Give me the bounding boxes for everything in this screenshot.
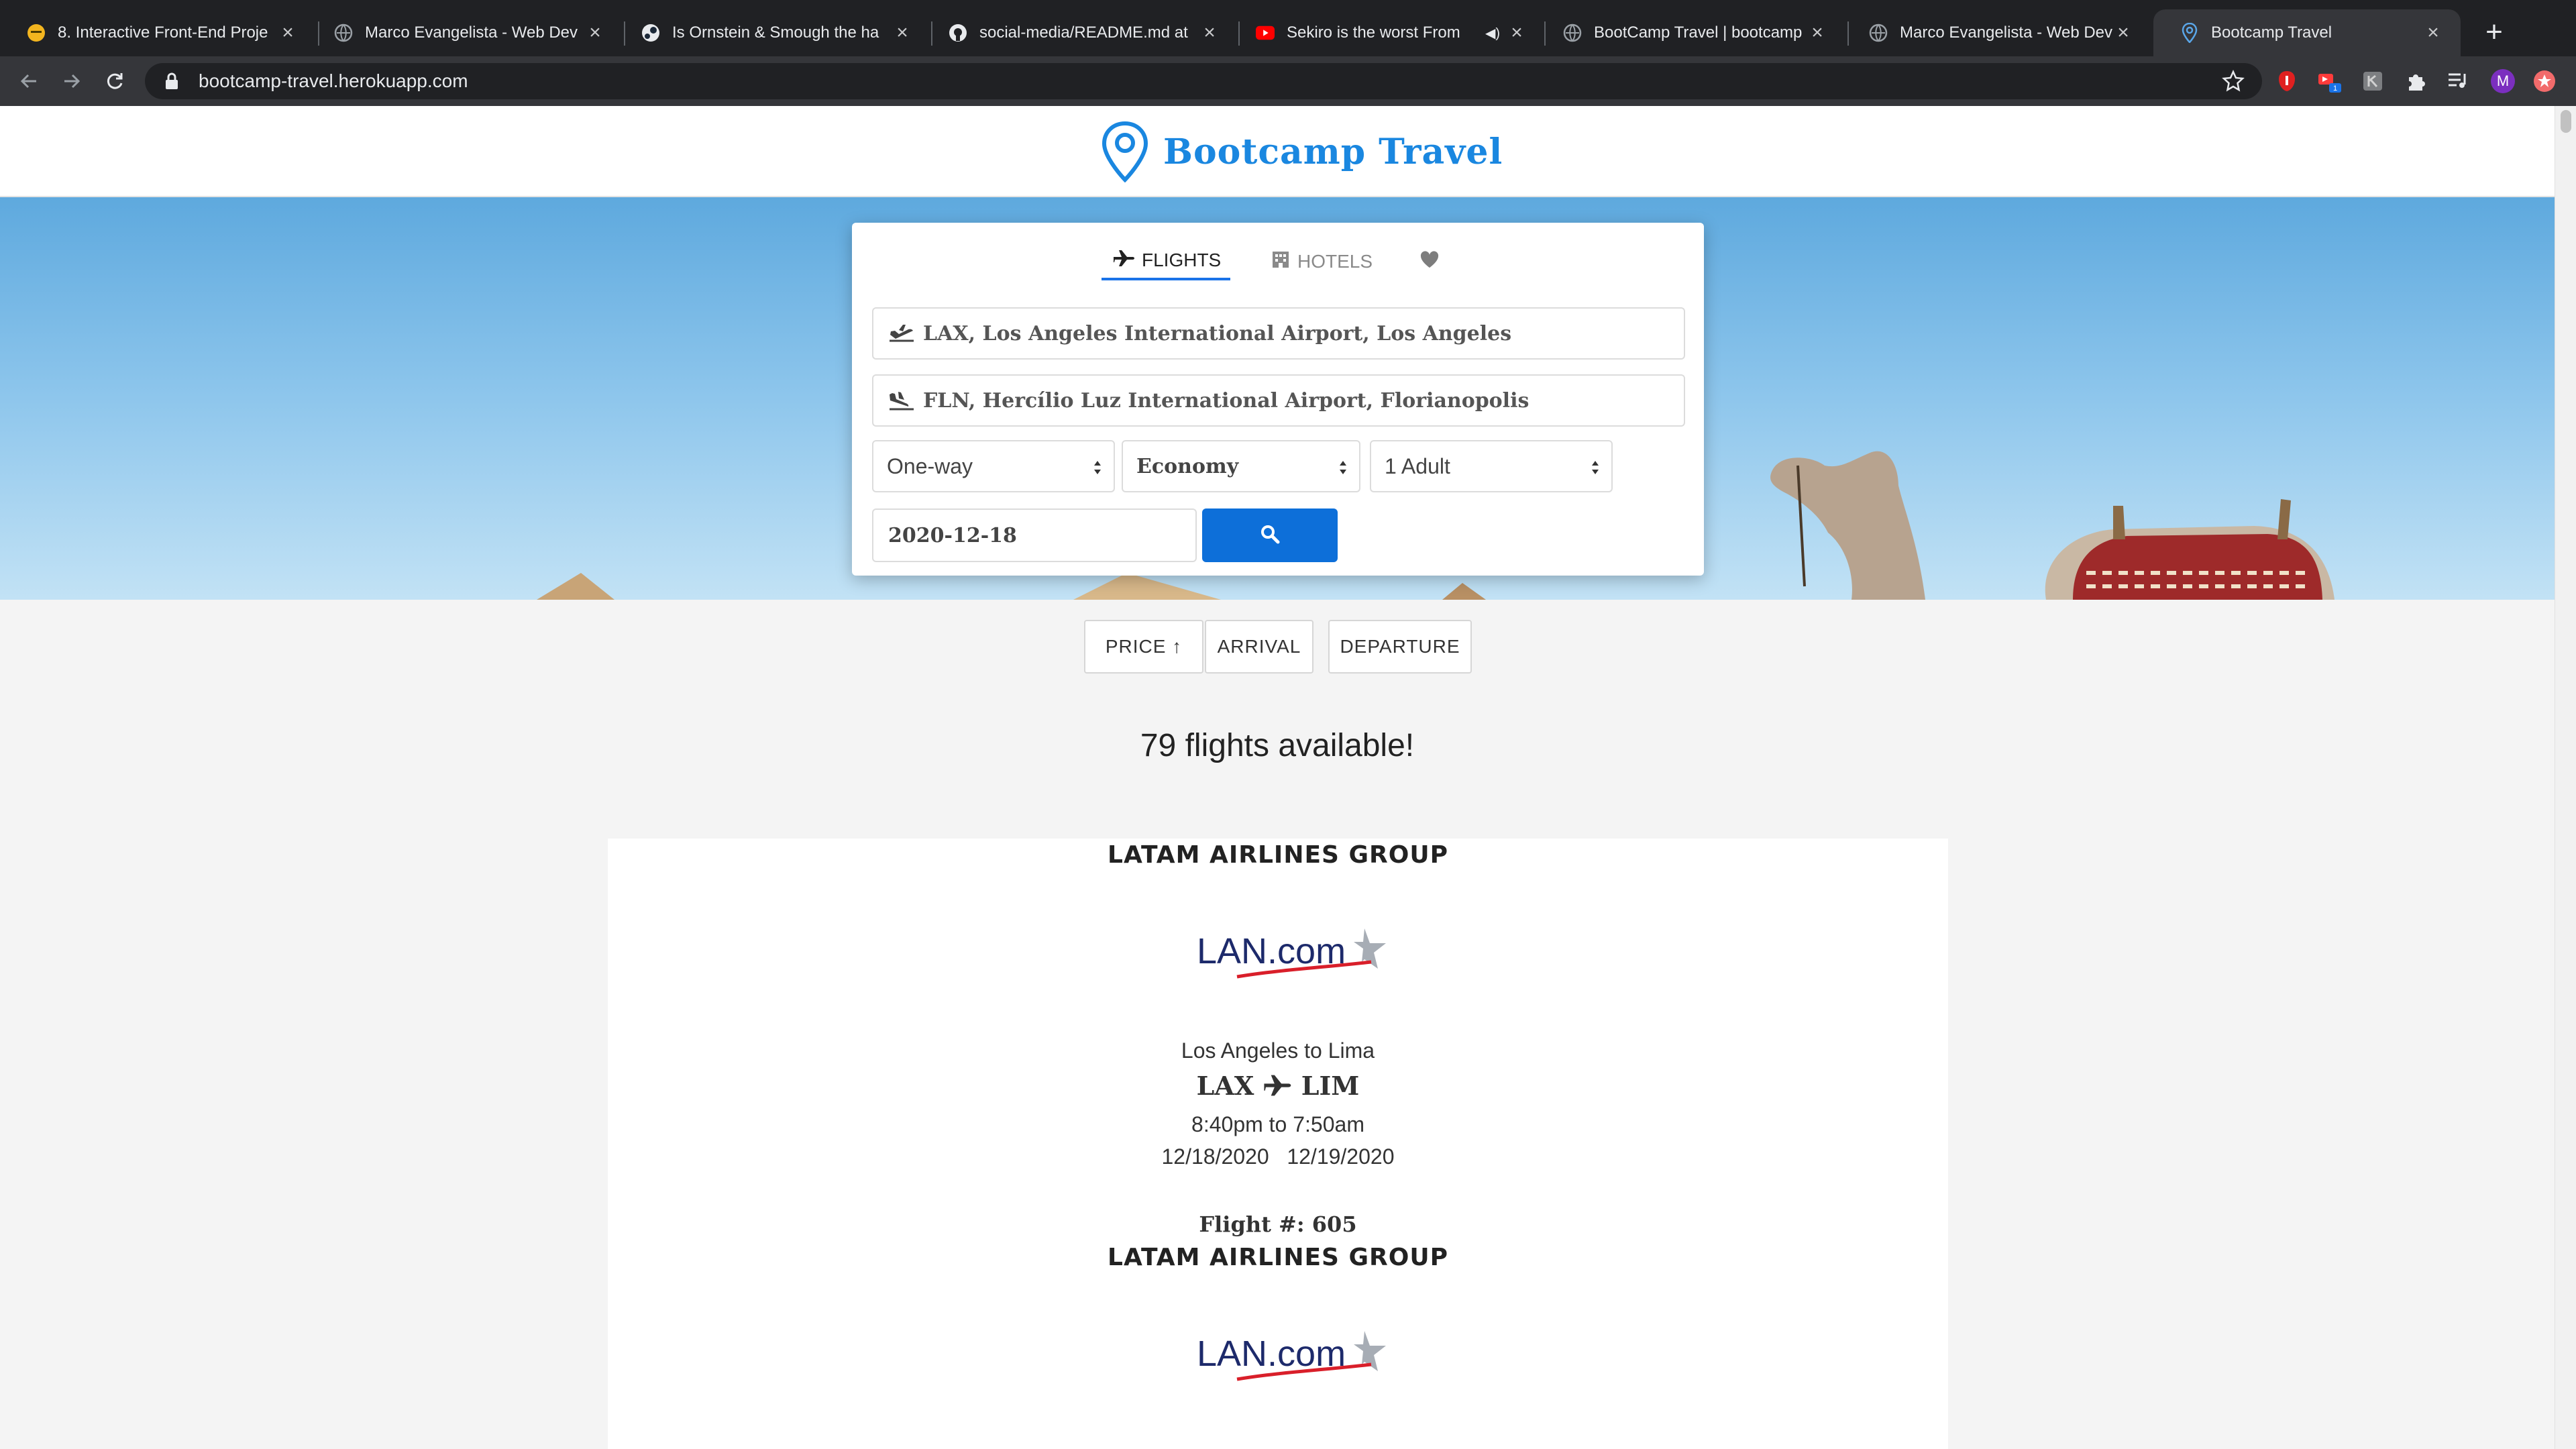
- scrollbar-thumb[interactable]: [2561, 110, 2571, 133]
- tab-flights[interactable]: FLIGHTS: [1102, 243, 1230, 280]
- profile-avatar[interactable]: M: [2490, 68, 2516, 94]
- close-tab-icon[interactable]: ×: [1507, 21, 1527, 44]
- trip-type-value: One-way: [887, 453, 973, 478]
- map-pin-icon: [2180, 23, 2199, 43]
- airplane-icon: [1263, 1073, 1293, 1104]
- globe-icon: [1869, 23, 1888, 42]
- extension-red-icon[interactable]: [2274, 68, 2300, 94]
- address-bar[interactable]: bootcamp-travel.herokuapp.com: [145, 63, 2262, 99]
- close-tab-icon[interactable]: ×: [892, 21, 912, 44]
- close-tab-icon[interactable]: ×: [2113, 21, 2133, 44]
- airplane-icon: [1114, 249, 1135, 272]
- close-tab-icon[interactable]: ×: [585, 21, 605, 44]
- select-arrows-icon: [1591, 458, 1599, 478]
- route-codes: LAX LIM: [608, 1071, 1948, 1104]
- departure-date-input[interactable]: 2020-12-18: [872, 508, 1197, 562]
- tab-hotels-label: HOTELS: [1297, 251, 1373, 272]
- airline-logo: LAN.com: [1197, 1326, 1418, 1386]
- heart-icon: [1419, 250, 1440, 273]
- new-tab-button[interactable]: +: [2475, 15, 2513, 52]
- search-button[interactable]: [1202, 508, 1338, 562]
- speaker-icon[interactable]: ◀): [1485, 25, 1500, 42]
- forward-button[interactable]: [54, 63, 90, 99]
- origin-code: LAX: [1196, 1071, 1254, 1101]
- flight-number: Flight #: 605: [1199, 1212, 1357, 1237]
- browser-tab[interactable]: Marco Evangelista - Web Dev ×: [1842, 9, 2151, 56]
- reload-button[interactable]: [97, 63, 133, 99]
- map-pin-icon: [1102, 121, 1148, 182]
- flight-results: LATAM AIRLINES GROUP LAN.com Los Angeles…: [608, 839, 1948, 1449]
- steam-icon: [641, 23, 660, 42]
- back-button[interactable]: [11, 63, 47, 99]
- sort-departure-button[interactable]: DEPARTURE: [1328, 620, 1472, 674]
- origin-input[interactable]: LAX, Los Angeles International Airport, …: [872, 307, 1685, 360]
- cabin-class-select[interactable]: Economy: [1122, 440, 1360, 492]
- yellow-emoji-icon: [27, 23, 46, 42]
- browser-tab[interactable]: 8. Interactive Front-End Proje ×: [0, 9, 315, 56]
- search-icon: [1260, 524, 1280, 547]
- destination-input[interactable]: FLN, Hercílio Luz International Airport,…: [872, 374, 1685, 427]
- site-header: Bootcamp Travel: [0, 106, 2555, 197]
- passengers-value: 1 Adult: [1385, 453, 1450, 478]
- browser-tab[interactable]: Sekiro is the worst From ◀) ×: [1229, 9, 1544, 56]
- sort-arrival-button[interactable]: ARRIVAL: [1205, 620, 1313, 674]
- lock-icon: [164, 72, 182, 91]
- cabin-class-value: Economy: [1136, 454, 1239, 478]
- select-arrows-icon: [1093, 458, 1102, 478]
- tab-favorites[interactable]: [1419, 243, 1446, 280]
- brand-logo[interactable]: Bootcamp Travel: [1100, 121, 1503, 182]
- flight-times: 8:40pm to 7:50am: [1191, 1112, 1364, 1136]
- browser-tab-strip: 8. Interactive Front-End Proje × Marco E…: [0, 0, 2576, 56]
- tab-flights-label: FLIGHTS: [1142, 250, 1222, 270]
- bookmark-star-icon[interactable]: [2222, 69, 2245, 93]
- extension-badge-icon[interactable]: 1: [2317, 68, 2343, 94]
- media-control-icon[interactable]: [2446, 68, 2471, 94]
- close-tab-icon[interactable]: ×: [2423, 21, 2443, 44]
- tab-hotels[interactable]: HOTELS: [1271, 243, 1385, 280]
- flight-dates: 12/18/2020 12/19/2020: [1161, 1144, 1395, 1169]
- select-arrows-icon: [1339, 458, 1347, 478]
- browser-toolbar: bootcamp-travel.herokuapp.com 1 M: [0, 56, 2576, 106]
- close-tab-icon[interactable]: ×: [1199, 21, 1220, 44]
- extension-pink-icon[interactable]: [2532, 68, 2557, 94]
- globe-icon: [1563, 23, 1582, 42]
- close-tab-icon[interactable]: ×: [1807, 21, 1827, 44]
- destination-code: LIM: [1301, 1071, 1360, 1101]
- globe-icon: [334, 23, 353, 42]
- browser-tab[interactable]: BootCamp Travel | bootcamp ×: [1536, 9, 1845, 56]
- browser-tab-active[interactable]: Bootcamp Travel ×: [2153, 9, 2461, 56]
- browser-tab[interactable]: social-media/README.md at ×: [922, 9, 1237, 56]
- search-tabs: FLIGHTS HOTELS: [852, 223, 1704, 280]
- plane-arrival-icon: [888, 389, 915, 412]
- browser-tab[interactable]: Marco Evangelista - Web Dev ×: [307, 9, 623, 56]
- route-label: Los Angeles to Lima: [1181, 1038, 1375, 1063]
- page-scrollbar[interactable]: [2555, 106, 2576, 1449]
- profile-initial: M: [2496, 72, 2510, 89]
- brand-title: Bootcamp Travel: [1163, 131, 1503, 172]
- github-icon: [949, 23, 967, 42]
- extension-badge-count: 1: [2333, 85, 2337, 93]
- airline-logo: LAN.com: [1197, 923, 1418, 983]
- destination-value: FLN, Hercílio Luz International Airport,…: [923, 388, 1529, 413]
- url-text: bootcamp-travel.herokuapp.com: [199, 70, 468, 91]
- airline-name: LATAM AIRLINES GROUP: [1108, 1244, 1448, 1271]
- hotel-building-icon: [1271, 250, 1291, 274]
- browser-tab[interactable]: Is Ornstein & Smough the ha ×: [614, 9, 930, 56]
- origin-value: LAX, Los Angeles International Airport, …: [923, 321, 1512, 345]
- passengers-select[interactable]: 1 Adult: [1370, 440, 1613, 492]
- trip-type-select[interactable]: One-way: [872, 440, 1115, 492]
- close-tab-icon[interactable]: ×: [278, 21, 298, 44]
- departure-date-value: 2020-12-18: [888, 523, 1017, 547]
- sort-price-button[interactable]: PRICE ↑: [1084, 620, 1203, 674]
- extensions-puzzle-icon[interactable]: [2403, 68, 2428, 94]
- plane-departure-icon: [888, 322, 915, 345]
- youtube-icon: [1256, 23, 1275, 42]
- extension-gray-icon[interactable]: [2360, 68, 2385, 94]
- airline-name: LATAM AIRLINES GROUP: [1108, 841, 1448, 869]
- flights-count: 79 flights available!: [1140, 728, 1415, 763]
